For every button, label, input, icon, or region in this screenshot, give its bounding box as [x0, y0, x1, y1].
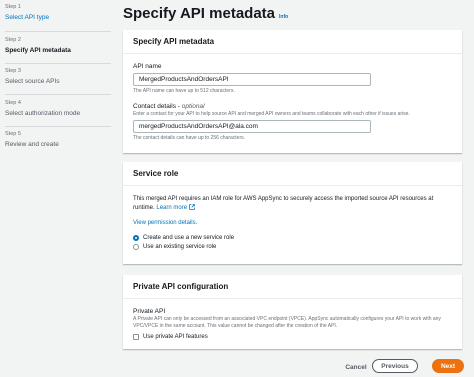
service-role-description: This merged API requires an IAM role for…: [133, 195, 452, 212]
api-name-input[interactable]: MergedProductsAndOrdersAPI: [133, 73, 371, 86]
radio-label: Use an existing service role: [143, 243, 217, 250]
step-label-select-api-type[interactable]: Select API type: [5, 14, 49, 21]
contact-label-text: Contact details -: [133, 103, 182, 110]
private-api-description: A Private API can only be accessed from …: [133, 316, 441, 329]
card-title: Private API configuration: [133, 282, 229, 291]
cancel-button[interactable]: Cancel: [345, 360, 367, 374]
contact-details-input[interactable]: mergedProductsAndOrdersAPI@ala.com: [133, 120, 371, 133]
api-name-label: API name: [133, 63, 162, 70]
card-header: Service role: [123, 162, 462, 186]
wizard-steps-sidebar: Step 1 Select API type Step 2 Specify AP…: [0, 0, 114, 377]
step-number: Step 1: [5, 4, 21, 10]
divider: [5, 63, 111, 64]
step-3: Step 3 Select source APIs: [5, 68, 60, 85]
optional-tag: optional: [181, 103, 205, 110]
checkbox-unchecked-icon[interactable]: [133, 334, 139, 340]
card-body: Private API A Private API can only be ac…: [123, 308, 462, 340]
private-api-checkbox-row[interactable]: Use private API features: [133, 334, 452, 340]
radio-selected-icon[interactable]: [133, 234, 139, 241]
learn-more-link[interactable]: Learn more: [156, 203, 195, 211]
contact-details-label: Contact details - optional: [133, 103, 452, 110]
step-1[interactable]: Step 1 Select API type: [5, 4, 49, 21]
step-2: Step 2 Specify API metadata: [5, 37, 71, 54]
step-label-specify-api-metadata: Specify API metadata: [5, 47, 71, 54]
private-api-card: Private API configuration Private API A …: [123, 275, 462, 349]
card-header: Specify API metadata: [123, 30, 462, 54]
learn-more-label: Learn more: [156, 204, 188, 211]
contact-details-value: mergedProductsAndOrdersAPI@ala.com: [139, 123, 258, 130]
radio-label: Create and use a new service role: [143, 234, 235, 241]
step-4: Step 4 Select authorization mode: [5, 100, 80, 117]
api-name-hint: The API name can have up to 512 characte…: [133, 88, 235, 94]
divider: [5, 126, 111, 127]
divider: [5, 31, 111, 32]
private-api-label: Private API: [133, 308, 166, 315]
radio-unselected-icon[interactable]: [133, 243, 139, 250]
card-body: API name MergedProductsAndOrdersAPI The …: [123, 63, 462, 141]
service-role-card: Service role This merged API requires an…: [123, 162, 462, 264]
card-body: This merged API requires an IAM role for…: [123, 195, 462, 250]
card-title: Service role: [133, 169, 179, 178]
radio-create-new-role[interactable]: Create and use a new service role: [133, 234, 452, 241]
step-label-select-authorization-mode: Select authorization mode: [5, 110, 81, 117]
step-number: Step 4: [5, 100, 21, 106]
card-header: Private API configuration: [123, 275, 462, 299]
step-number: Step 2: [5, 37, 21, 43]
step-label-review-and-create: Review and create: [5, 141, 59, 148]
checkbox-label: Use private API features: [143, 334, 208, 340]
page-title: Specify API metadata: [123, 5, 275, 22]
step-number: Step 3: [5, 68, 21, 74]
info-link[interactable]: Info: [279, 14, 288, 20]
step-5: Step 5 Review and create: [5, 131, 59, 148]
api-metadata-card: Specify API metadata API name MergedProd…: [123, 30, 462, 153]
api-name-value: MergedProductsAndOrdersAPI: [139, 76, 229, 83]
contact-details-description: Enter a contact for your API to help sou…: [133, 111, 410, 117]
view-permission-details-link[interactable]: View permission details.: [133, 219, 452, 228]
card-title: Specify API metadata: [133, 37, 215, 46]
next-button[interactable]: Next: [432, 359, 464, 373]
page-header: Specify API metadata Info: [123, 5, 288, 25]
divider: [5, 94, 111, 95]
step-number: Step 5: [5, 131, 21, 137]
external-link-icon: [188, 203, 195, 210]
step-label-select-source-apis: Select source APIs: [5, 78, 60, 85]
previous-button[interactable]: Previous: [372, 359, 418, 373]
contact-details-hint: The contact details can have up to 256 c…: [133, 135, 246, 141]
radio-use-existing-role[interactable]: Use an existing service role: [133, 243, 452, 250]
